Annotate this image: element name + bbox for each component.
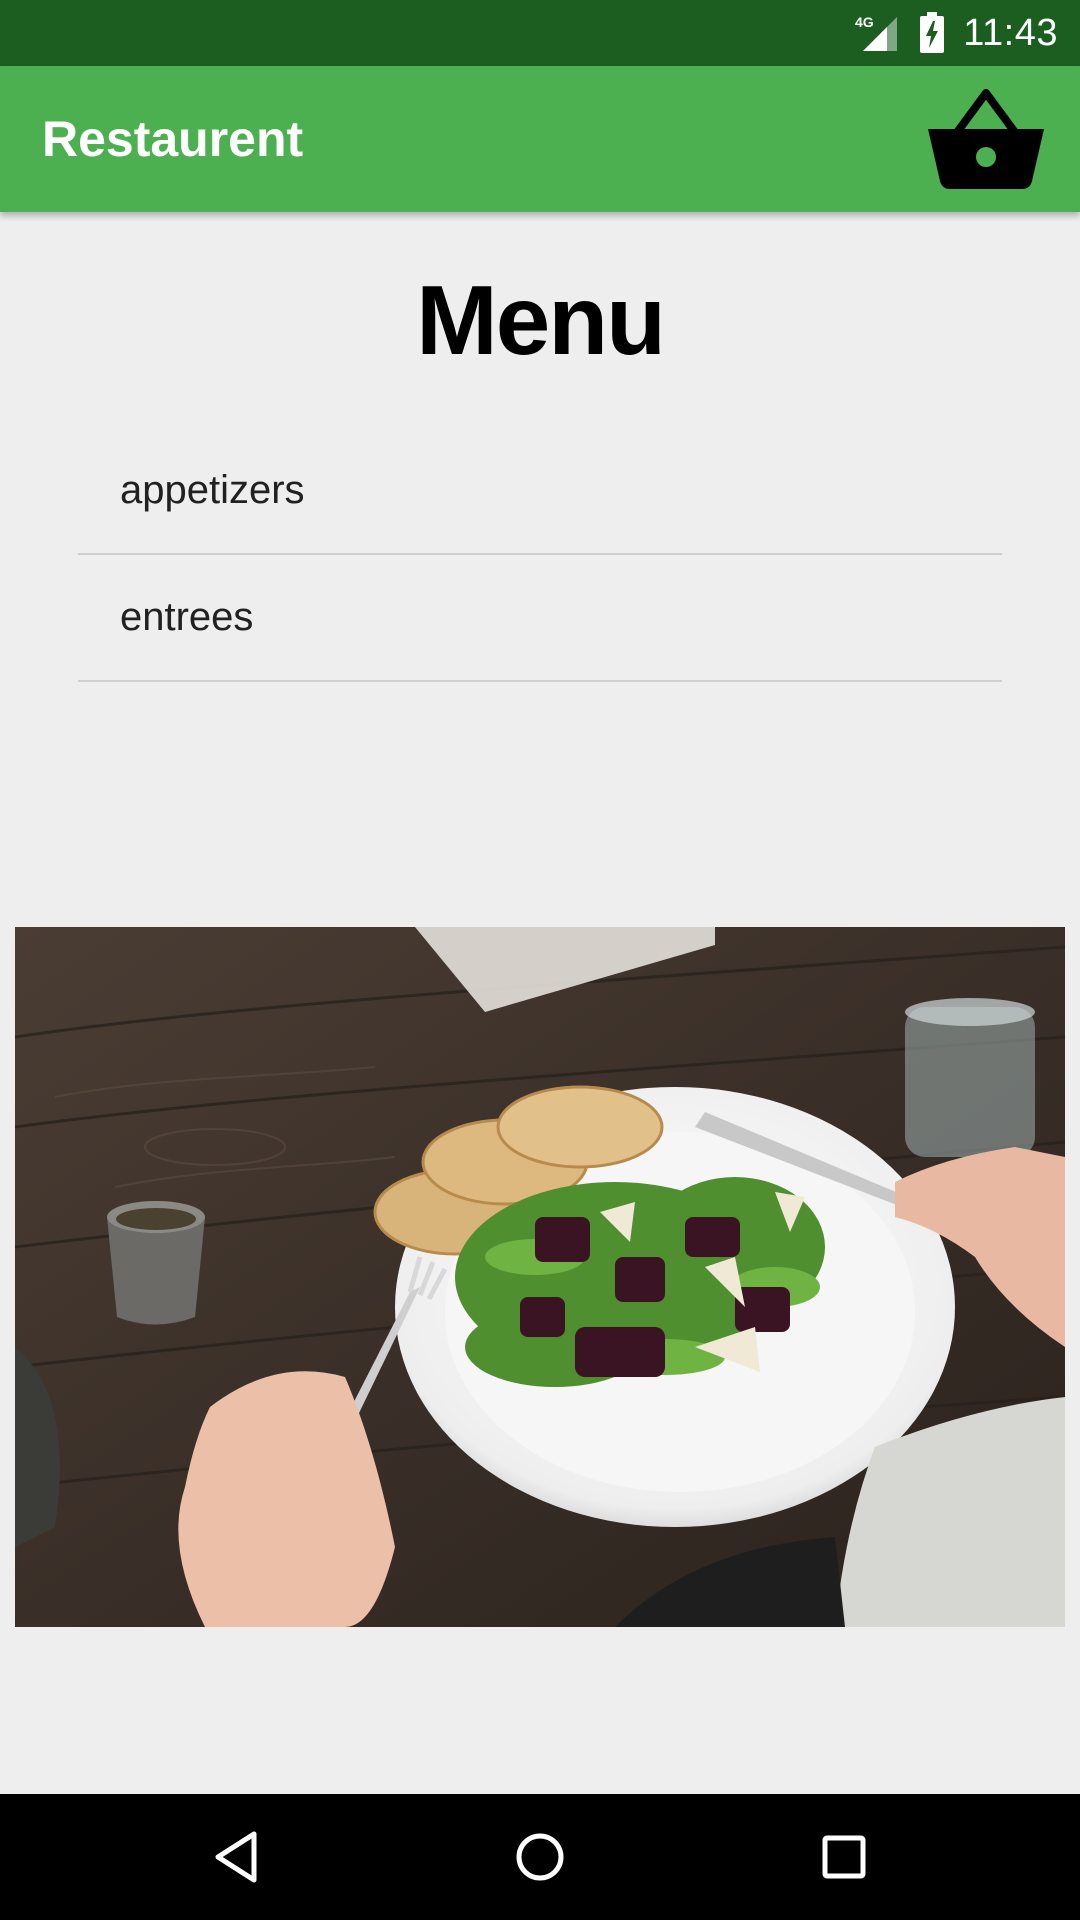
cart-button[interactable] [926, 82, 1046, 196]
navigation-bar [0, 1794, 1080, 1920]
back-button[interactable] [176, 1794, 296, 1920]
home-button[interactable] [480, 1794, 600, 1920]
network-label: 4G [855, 14, 874, 30]
shopping-basket-icon[interactable] [928, 87, 1044, 191]
menu-item-appetizers[interactable]: appetizers [78, 428, 1002, 555]
menu-item-label: appetizers [120, 468, 305, 512]
status-icons: 4G 11:43 [853, 0, 1058, 66]
app-bar: Restaurent [0, 66, 1080, 212]
page-title: Menu [416, 265, 666, 375]
signal-4g-icon: 4G [855, 14, 898, 51]
menu-item-entrees[interactable]: entrees [78, 555, 1002, 682]
recents-button[interactable] [784, 1794, 904, 1920]
salad-plate-photo [15, 927, 1065, 1627]
menu-item-label: entrees [120, 595, 254, 639]
menu-list: appetizers entrees [78, 428, 1002, 682]
home-circle-icon[interactable] [514, 1831, 566, 1883]
app-title: Restaurent [42, 111, 304, 167]
status-bar: 4G 11:43 [0, 0, 1080, 66]
recents-square-icon[interactable] [820, 1833, 868, 1881]
battery-charging-icon [920, 12, 945, 53]
back-triangle-icon[interactable] [212, 1830, 260, 1884]
clock: 11:43 [963, 11, 1058, 54]
